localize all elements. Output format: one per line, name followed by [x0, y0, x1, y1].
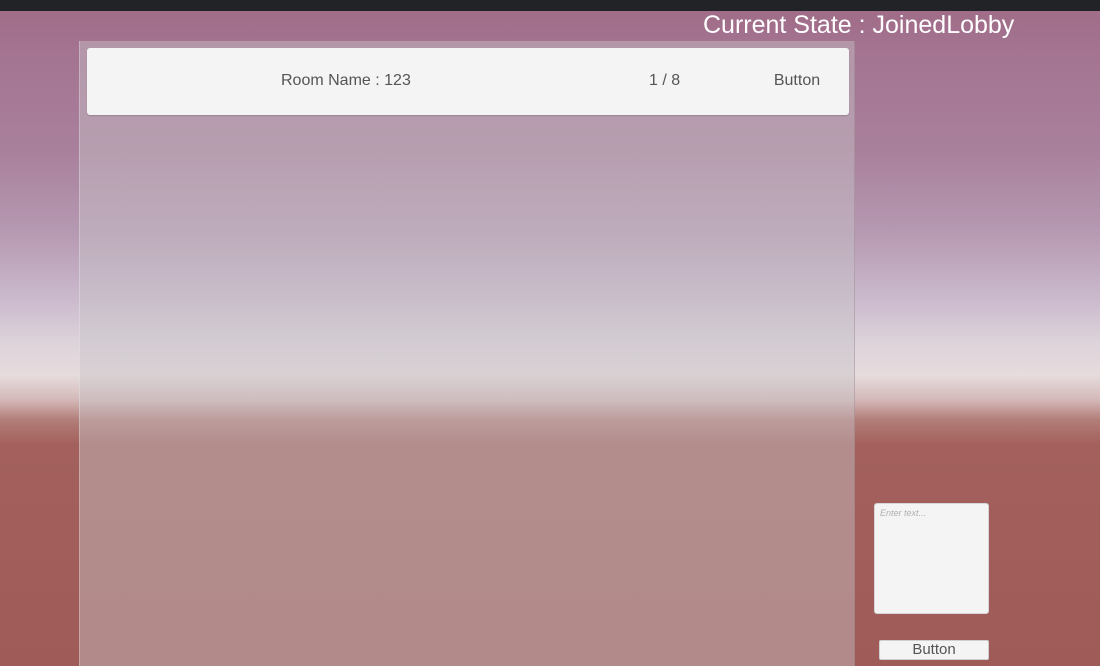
- room-list-panel[interactable]: Room Name : 123 1 / 8 Button: [79, 41, 855, 666]
- submit-button[interactable]: Button: [879, 640, 989, 660]
- current-state-label: Current State : JoinedLobby: [703, 11, 1015, 39]
- chat-text-input[interactable]: [874, 503, 989, 614]
- join-room-button[interactable]: Button: [755, 63, 839, 99]
- room-name-label: Room Name : 123: [281, 72, 411, 89]
- room-list-item: Room Name : 123 1 / 8 Button: [87, 48, 849, 115]
- room-player-count: 1 / 8: [649, 72, 681, 89]
